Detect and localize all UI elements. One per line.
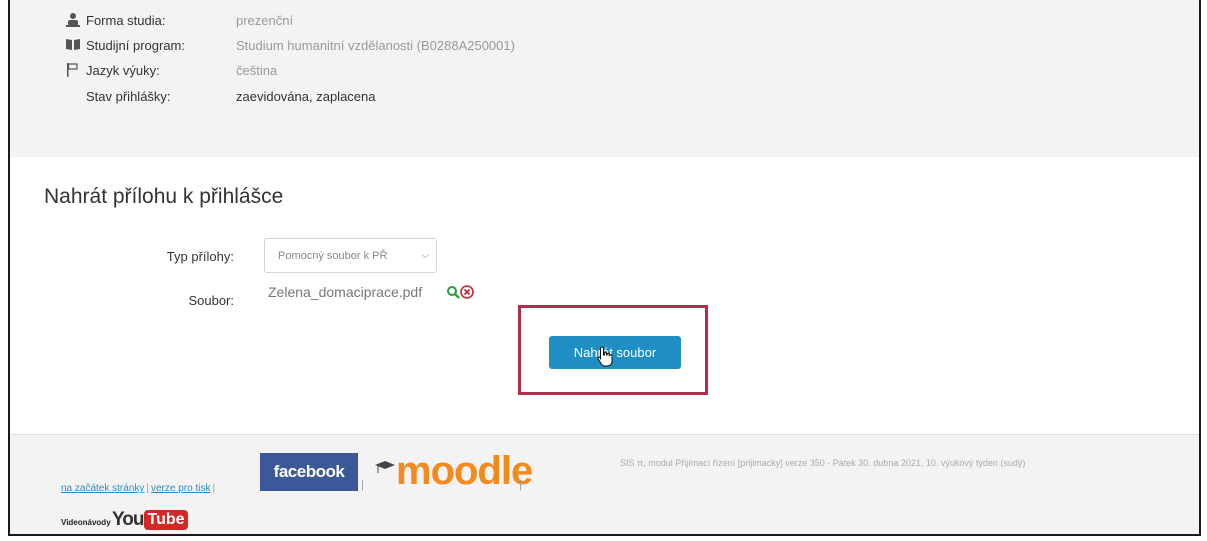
info-label: Studijní program: — [86, 37, 185, 53]
hand-cursor-icon — [596, 346, 616, 368]
page-frame: Forma studia: prezenční Studijní program… — [8, 0, 1201, 536]
info-value: čeština — [236, 62, 278, 78]
footer-links: na začátek stránky | verze pro tisk | — [61, 483, 216, 494]
attachment-type-label: Typ přílohy: — [166, 249, 234, 264]
video-guides-label: Videonávody — [61, 518, 111, 527]
selected-value: Pomocný soubor k PŘ — [278, 249, 388, 262]
application-info-panel: Forma studia: prezenční Studijní program… — [10, 0, 1199, 158]
info-row-study-form: Forma studia: prezenční — [65, 10, 293, 30]
youtube-logo[interactable]: You Tube — [112, 509, 188, 531]
info-value: zaevidována, zaplacena — [236, 88, 376, 104]
info-label: Stav přihlášky: — [86, 88, 171, 104]
section-title: Nahrát přílohu k přihlášce — [44, 185, 284, 208]
info-row-application-status: Stav přihlášky: zaevidována, zaplacena — [65, 86, 376, 106]
info-label: Jazyk výuky: — [86, 62, 160, 78]
attachment-type-select[interactable]: Pomocný soubor k PŘ ⌵ — [264, 238, 437, 273]
book-icon — [65, 37, 83, 53]
person-icon — [65, 12, 83, 28]
link-page-top[interactable]: na začátek stránky — [61, 483, 144, 494]
info-row-language: Jazyk výuky: čeština — [65, 60, 277, 80]
moodle-logo[interactable]: moodle — [374, 449, 533, 493]
chevron-down-icon: ⌵ — [421, 250, 429, 261]
upload-attachment-section: Nahrát přílohu k přihlášce Typ přílohy: … — [10, 157, 1199, 434]
version-info: SIS π, modul Přijímací řízení [prijimack… — [620, 458, 1026, 468]
footer: na začátek stránky | verze pro tisk | faceb… — [10, 434, 1199, 534]
info-label: Forma studia: — [86, 12, 166, 28]
facebook-logo[interactable]: facebook — [260, 453, 358, 491]
info-row-study-program: Studijní program: Studium humanitní vzdě… — [65, 35, 515, 55]
preview-icon[interactable] — [446, 285, 460, 299]
info-value: prezenční — [236, 12, 294, 28]
info-value: Studium humanitní vzdělanosti (B0288A250… — [236, 37, 515, 53]
graduation-cap-icon — [375, 461, 395, 473]
remove-file-icon[interactable] — [460, 285, 474, 299]
file-name: Zelena_domaciprace.pdf — [268, 284, 423, 300]
flag-icon — [65, 62, 83, 78]
link-print-version[interactable]: verze pro tisk — [151, 483, 210, 494]
file-label: Soubor: — [188, 293, 234, 308]
